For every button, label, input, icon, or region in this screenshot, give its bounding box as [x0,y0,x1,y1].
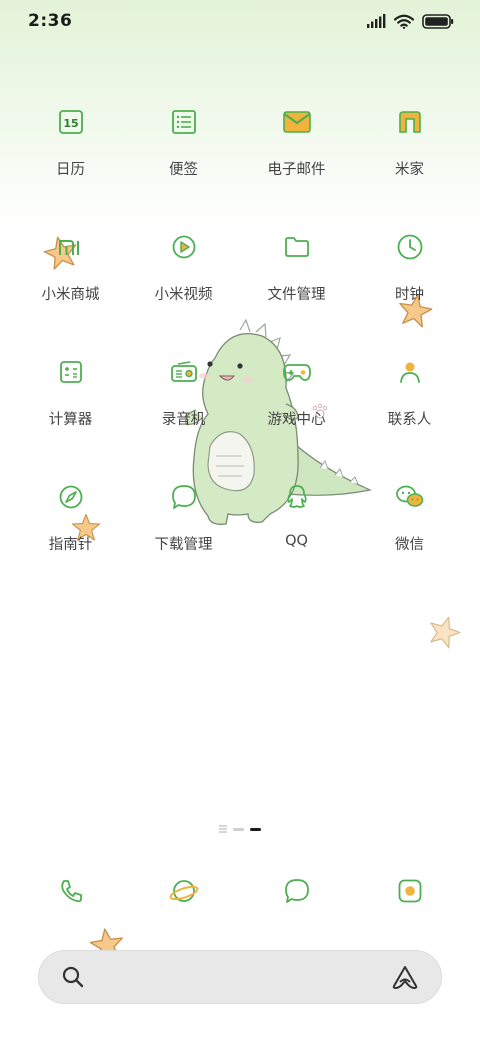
app-qq[interactable]: QQ [240,465,353,590]
page-list-icon[interactable] [219,825,227,833]
app-label: 日历 [56,162,85,178]
browser-icon [169,880,198,902]
xiaoai-assistant-icon[interactable] [391,964,419,990]
contacts-icon [390,352,430,392]
app-calendar[interactable]: 15 日历 [14,90,127,215]
app-calculator[interactable]: 计算器 [14,340,127,465]
app-label: 文件管理 [267,287,326,303]
app-mi-store[interactable]: 小米商城 [14,215,127,340]
wifi-icon [394,14,414,29]
app-downloads[interactable]: 下载管理 [127,465,240,590]
app-notes[interactable]: 便签 [127,90,240,215]
compass-icon [51,477,91,517]
signal-icon [367,14,386,28]
app-email[interactable]: 电子邮件 [240,90,353,215]
dock [14,866,466,916]
calendar-icon: 15 [51,102,91,142]
app-label: 计算器 [48,412,93,428]
app-label: 电子邮件 [267,162,326,178]
camera-icon [398,879,421,903]
page-dot[interactable] [233,827,244,831]
app-label: 小米商城 [41,287,100,303]
recorder-icon [164,352,204,392]
app-label: 微信 [395,537,424,553]
page-indicator [0,822,480,836]
calendar-day-text: 15 [63,117,78,130]
app-grid: 15 日历 便签 电子邮件 米家 小米商城 小米视频 文件管理 时钟 计算器 录… [14,90,466,590]
email-icon [277,102,317,142]
app-label: 时钟 [395,287,424,303]
messages-icon [284,879,309,903]
dock-phone[interactable] [14,866,127,916]
clock-icon [390,227,430,267]
app-video[interactable]: 小米视频 [127,215,240,340]
app-mijia[interactable]: 米家 [353,90,466,215]
folder-icon [277,227,317,267]
app-wechat[interactable]: 微信 [353,465,466,590]
dock-messages[interactable] [240,866,353,916]
app-contacts[interactable]: 联系人 [353,340,466,465]
gamepad-icon [277,352,317,392]
wechat-icon [390,477,430,517]
mijia-icon [390,102,430,142]
battery-icon [422,13,454,29]
app-label: 下载管理 [154,537,213,553]
app-label: 小米视频 [154,287,213,303]
app-game-center[interactable]: 游戏中心 [240,340,353,465]
app-label: 米家 [395,162,424,178]
app-label: QQ [285,533,308,549]
app-compass[interactable]: 指南针 [14,465,127,590]
search-icon[interactable] [61,965,85,989]
app-label: 便签 [169,162,198,178]
calculator-icon [51,352,91,392]
app-label: 指南针 [48,537,93,553]
search-bar[interactable] [38,950,442,1004]
mi-store-icon [51,227,91,267]
download-icon [164,477,204,517]
dock-camera[interactable] [353,866,466,916]
app-clock[interactable]: 时钟 [353,215,466,340]
qq-icon [277,477,317,517]
app-label: 游戏中心 [267,412,326,428]
page-dot-active[interactable] [250,827,261,831]
star-decoration [430,616,461,649]
phone-icon [60,880,82,903]
app-recorder[interactable]: 录音机 [127,340,240,465]
status-time: 2:36 [28,11,73,31]
app-label: 录音机 [161,412,206,428]
status-bar: 2:36 [0,0,480,42]
dock-browser[interactable] [127,866,240,916]
app-label: 联系人 [387,412,432,428]
notes-icon [164,102,204,142]
status-icons [366,13,454,29]
video-icon [164,227,204,267]
app-files[interactable]: 文件管理 [240,215,353,340]
